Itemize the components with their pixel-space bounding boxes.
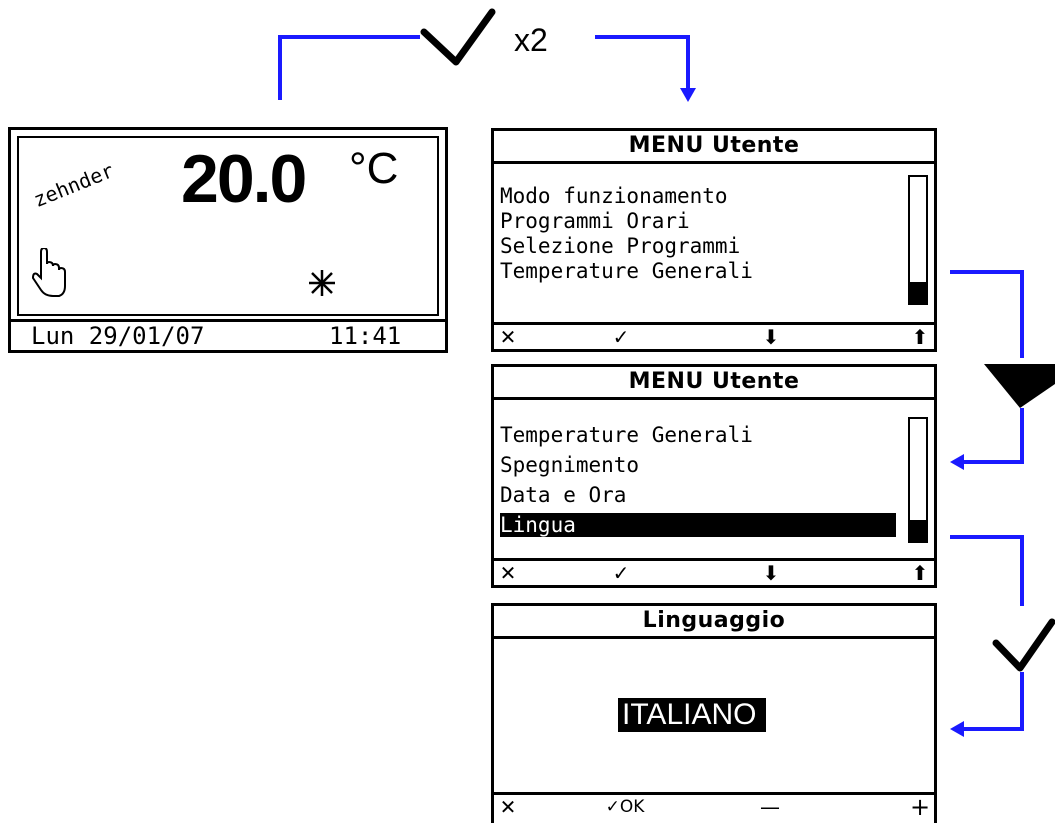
- repeat-count-label: x2: [514, 22, 548, 58]
- cancel-softkey[interactable]: ✕: [496, 325, 520, 349]
- cancel-softkey[interactable]: ✕: [496, 561, 520, 585]
- menu-item[interactable]: Temperature Generali: [500, 423, 753, 447]
- temperature-display: 20.0: [181, 141, 307, 217]
- connector-menu1-to-menu2-a: [950, 270, 1024, 358]
- arrowhead-down: [680, 88, 696, 102]
- softkey-bar: ✕ ✓ ⬇ ⬆: [494, 322, 934, 349]
- menu-item[interactable]: Temperature Generali: [500, 259, 753, 283]
- ok-softkey[interactable]: ✓OK: [602, 795, 648, 819]
- up-softkey[interactable]: ⬆: [908, 325, 932, 349]
- menu-screen-user-1: MENU Utente Modo funzionamento Programmi…: [491, 128, 937, 352]
- menu-item[interactable]: Spegnimento: [500, 453, 639, 477]
- down-triangle-icon: [984, 364, 1055, 408]
- menu-screen-user-2: MENU Utente Temperature Generali Spegnim…: [491, 364, 937, 588]
- time-display: 11:41: [329, 322, 402, 350]
- confirm-softkey[interactable]: ✓: [606, 325, 636, 349]
- scrollbar[interactable]: [908, 417, 928, 543]
- menu-title: MENU Utente: [494, 367, 934, 400]
- date-display: Lun 29/01/07: [31, 322, 205, 350]
- language-title: Linguaggio: [494, 606, 934, 639]
- connector-top-right: [595, 35, 690, 88]
- menu-item-selected[interactable]: Lingua: [500, 513, 896, 537]
- connector-menu2-to-lang-a: [950, 535, 1024, 606]
- connector-menu2-to-lang-b: [964, 672, 1024, 731]
- cancel-softkey[interactable]: ✕: [496, 795, 520, 819]
- home-footer: Lun 29/01/07 11:41: [11, 319, 445, 353]
- menu-item[interactable]: Data e Ora: [500, 483, 626, 507]
- scroll-thumb[interactable]: [910, 520, 926, 541]
- confirm-softkey[interactable]: ✓: [606, 561, 636, 585]
- down-softkey[interactable]: ⬇: [756, 561, 786, 585]
- menu-title: MENU Utente: [494, 131, 934, 164]
- minus-softkey[interactable]: —: [750, 795, 790, 819]
- scrollbar[interactable]: [908, 175, 928, 305]
- scroll-thumb[interactable]: [910, 281, 926, 303]
- arrowhead-left: [950, 721, 964, 737]
- connector-home-to-menu: [278, 35, 420, 100]
- checkmark-icon: [420, 8, 496, 66]
- softkey-bar: ✕ ✓OK — +: [494, 792, 934, 819]
- hand-pointer-icon: [31, 248, 66, 297]
- softkey-bar: ✕ ✓ ⬇ ⬆: [494, 558, 934, 585]
- language-value[interactable]: ITALIANO: [618, 698, 767, 732]
- menu-item[interactable]: Programmi Orari: [500, 209, 690, 233]
- checkmark-icon: [992, 618, 1055, 672]
- snowflake-icon: [309, 270, 335, 296]
- menu-item[interactable]: Modo funzionamento: [500, 184, 728, 208]
- up-softkey[interactable]: ⬆: [908, 561, 932, 585]
- language-screen: Linguaggio ITALIANO ✕ ✓OK — +: [491, 603, 937, 823]
- menu-item[interactable]: Selezione Programmi: [500, 234, 740, 258]
- down-softkey[interactable]: ⬇: [756, 325, 786, 349]
- temperature-value: 20.0: [181, 141, 307, 217]
- arrowhead-left: [950, 454, 964, 470]
- plus-softkey[interactable]: +: [908, 795, 932, 819]
- connector-menu1-to-menu2-b: [964, 408, 1024, 464]
- home-screen: zehnder 20.0 °C Lun 29/01/07 11:41: [8, 127, 448, 353]
- temperature-unit: °C: [349, 144, 399, 193]
